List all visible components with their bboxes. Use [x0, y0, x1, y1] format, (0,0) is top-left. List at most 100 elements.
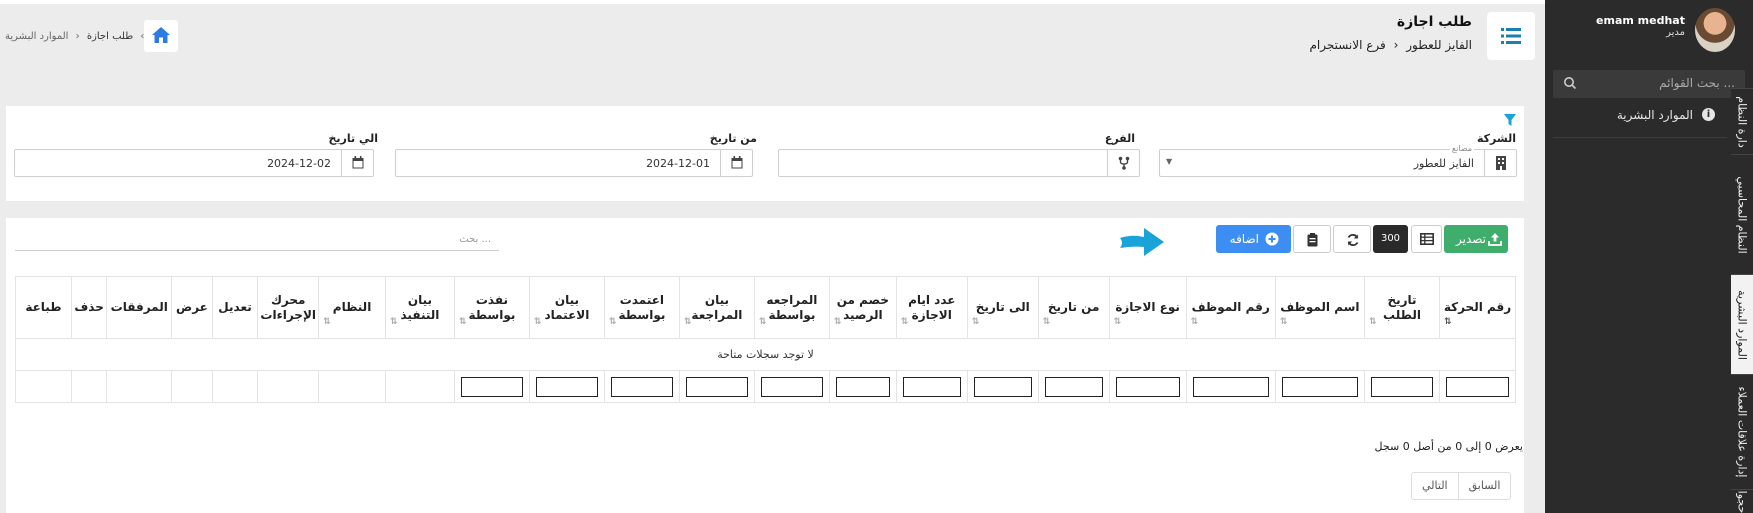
breadcrumb-branch[interactable]: فرع الانستجرام [1309, 38, 1385, 52]
user-panel[interactable]: emam medhat مدير [1545, 0, 1753, 60]
company-value: الفايز للعطور [1413, 157, 1474, 170]
tab-other[interactable]: حجوا [1731, 489, 1753, 513]
to-date-field[interactable]: 2024-12-02 [14, 149, 374, 177]
tab-crm[interactable]: إدارة علاقات العملاء [1731, 374, 1753, 489]
col-header[interactable]: نوع الاجازة ⇅ [1108, 276, 1187, 339]
column-filter-input[interactable] [835, 376, 890, 397]
top-strip [0, 0, 1545, 4]
column-filter-cell [211, 370, 259, 403]
column-filter-cell [895, 370, 968, 403]
export-label: تصدير [1455, 232, 1486, 246]
col-header: حذف [70, 276, 108, 339]
column-filter-input[interactable] [760, 376, 823, 397]
columns-button[interactable] [1411, 225, 1442, 253]
vertical-tabs: دارة النظام النظام المحاسبي الموارد البش… [1731, 88, 1753, 513]
tab-accounting[interactable]: النظام المحاسبي [1731, 154, 1753, 274]
sort-icon: ⇅ [323, 317, 330, 327]
col-header[interactable]: نفذت بواسطة ⇅ [453, 276, 530, 339]
breadcrumb: الفايز للعطور ‹ فرع الانستجرام [1309, 38, 1472, 52]
sort-icon: ⇅ [900, 317, 908, 327]
to-date-value: 2024-12-02 [267, 157, 331, 170]
column-filter-input[interactable] [1044, 376, 1103, 397]
column-filter-cell [1108, 370, 1187, 403]
tab-hr[interactable]: الموارد البشرية [1731, 274, 1753, 374]
refresh-button[interactable] [1333, 225, 1371, 253]
column-filter-input[interactable] [973, 376, 1032, 397]
column-filter-input[interactable] [902, 376, 961, 397]
home-button[interactable] [144, 20, 178, 52]
col-header[interactable]: الى تاريخ ⇅ [966, 276, 1039, 339]
arrow-right-icon [1120, 228, 1164, 256]
col-header[interactable]: تاريخ الطلب ⇅ [1364, 276, 1440, 339]
sidebar-item-hr[interactable]: i الموارد البشرية [1553, 102, 1727, 138]
breadcrumb-company[interactable]: الفايز للعطور [1406, 38, 1472, 52]
company-select[interactable]: مصانع ▼ الفايز للعطور [1159, 144, 1517, 177]
col-header[interactable]: بيان التنفيذ ⇅ [385, 276, 455, 339]
column-filter-cell [1439, 370, 1516, 403]
next-page-button[interactable]: التالي [1412, 473, 1458, 499]
tab-system-admin[interactable]: دارة النظام [1731, 88, 1753, 154]
small-breadcrumb: طلب اجازة ‹ الموارد البشرية ‹ [5, 31, 148, 42]
col-header[interactable]: النظام ⇅ [318, 276, 386, 339]
col-header[interactable]: بيان الاعتماد ⇅ [528, 276, 605, 339]
from-date-value: 2024-12-01 [646, 157, 710, 170]
export-button[interactable]: تصدير [1444, 225, 1508, 253]
empty-row: لا توجد سجلات متاحة [15, 338, 1516, 371]
column-filter-row [15, 370, 1516, 403]
column-filter-cell [171, 370, 213, 403]
column-filter-input[interactable] [685, 376, 748, 397]
column-filter-input[interactable] [1192, 376, 1269, 397]
column-filter-cell [70, 370, 108, 403]
col-header[interactable]: خصم من الرصيد ⇅ [828, 276, 897, 339]
column-filter-cell [257, 370, 320, 403]
column-filter-input[interactable] [535, 376, 598, 397]
add-button[interactable]: اضافه [1216, 225, 1291, 253]
col-header[interactable]: عدد ايام الاجازة ⇅ [895, 276, 968, 339]
column-filter-input[interactable] [1446, 376, 1509, 397]
column-filter-input[interactable] [1281, 376, 1358, 397]
column-filter-cell [453, 370, 530, 403]
col-header[interactable]: رقم الموظف ⇅ [1185, 276, 1276, 339]
crumb-current: طلب اجازة [86, 31, 134, 42]
sort-icon: ⇅ [608, 317, 616, 327]
column-filter-input[interactable] [1371, 376, 1433, 397]
col-header[interactable]: المراجعه بواسطة ⇅ [753, 276, 830, 339]
avatar[interactable] [1695, 8, 1735, 52]
records-summary: يعرض 0 إلى 0 من أصل 0 سجل [1374, 440, 1523, 453]
column-filter-cell [528, 370, 605, 403]
chevron-left-icon: ‹ [75, 31, 80, 42]
col-header[interactable]: اعتمدت بواسطة ⇅ [603, 276, 680, 339]
col-header: طباعة [15, 276, 72, 339]
column-filter-cell [1364, 370, 1440, 403]
from-date-field[interactable]: 2024-12-01 [395, 149, 753, 177]
sidebar: emam medhat مدير i الموارد البشرية دارة … [1545, 0, 1753, 513]
page-size-button[interactable]: 300 [1373, 225, 1408, 253]
table-search-input[interactable] [15, 229, 499, 251]
pagination: التالي السابق [1411, 472, 1512, 500]
menu-toggle-button[interactable] [1487, 12, 1535, 60]
col-header[interactable]: اسم الموظف ⇅ [1274, 276, 1366, 339]
sort-icon: ⇅ [1042, 317, 1050, 327]
upload-icon [1488, 233, 1502, 246]
col-header: عرض [171, 276, 213, 339]
calendar-icon [352, 156, 364, 169]
column-filter-cell [753, 370, 830, 403]
filter-icon[interactable] [1504, 114, 1516, 126]
column-filter-input[interactable] [460, 376, 523, 397]
sidebar-search-input[interactable] [1585, 76, 1735, 90]
sort-icon: ⇅ [458, 317, 466, 327]
clipboard-button[interactable] [1293, 225, 1331, 253]
sort-icon: ⇅ [758, 317, 766, 327]
col-header[interactable]: رقم الحركة ⇅ [1439, 276, 1516, 339]
empty-message: لا توجد سجلات متاحة [15, 338, 1516, 371]
prev-page-button[interactable]: السابق [1459, 473, 1511, 499]
crumb-hr[interactable]: الموارد البشرية [5, 31, 68, 42]
search-icon [1564, 77, 1577, 90]
column-filter-input[interactable] [1115, 376, 1180, 397]
column-filter-input[interactable] [610, 376, 673, 397]
col-header[interactable]: من تاريخ ⇅ [1037, 276, 1110, 339]
col-header[interactable]: بيان المراجعة ⇅ [678, 276, 755, 339]
branch-field[interactable] [778, 149, 1140, 177]
data-table: رقم الحركة ⇅ تاريخ الطلب ⇅ اسم الموظف ⇅ رقم… [15, 276, 1516, 403]
column-filter-cell [603, 370, 680, 403]
